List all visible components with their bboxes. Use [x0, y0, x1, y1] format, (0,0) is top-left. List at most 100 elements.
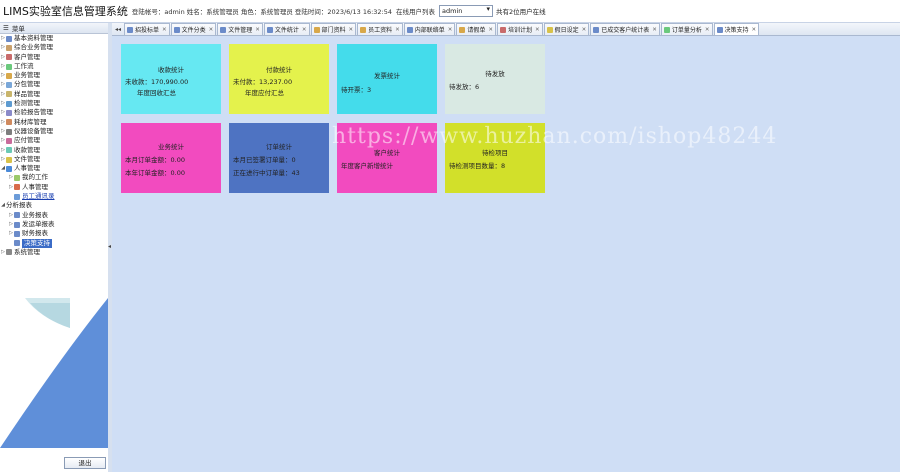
- menu-item[interactable]: ▷ 基本资料管理: [0, 34, 108, 43]
- report-icon: [6, 110, 12, 117]
- tab[interactable]: 订单量分析 ✕: [660, 23, 713, 35]
- menu-item[interactable]: ▷ 系统管理: [0, 248, 108, 257]
- sample-icon: [6, 91, 12, 98]
- orders-card[interactable]: 订单统计 本月已签署订单量：0 正在进行中订单量：43: [229, 123, 329, 193]
- menu-item[interactable]: ▷ 检验报告管理: [0, 108, 108, 117]
- menu-item[interactable]: ▷ 工作流: [0, 62, 108, 71]
- menu-item[interactable]: ▷ 财务报表: [0, 229, 108, 238]
- collapse-arrow-icon[interactable]: ◂: [108, 243, 111, 250]
- menu-item[interactable]: ◢ 人事管理: [0, 164, 108, 173]
- tab-icon: [459, 26, 466, 33]
- close-icon[interactable]: ✕: [752, 27, 757, 33]
- tab-icon: [716, 26, 723, 33]
- subcontract-icon: [6, 82, 12, 89]
- folder-icon: [14, 212, 20, 219]
- menu-item[interactable]: ▷ 仪器设备管理: [0, 127, 108, 136]
- close-icon[interactable]: ✕: [488, 27, 493, 33]
- tab[interactable]: 文件分类 ✕: [170, 23, 217, 35]
- menu-item[interactable]: ▷ 人事管理: [0, 183, 108, 192]
- tab[interactable]: 内部联络单 ✕: [403, 23, 456, 35]
- close-icon[interactable]: ✕: [448, 27, 453, 33]
- tab-icon: [546, 26, 553, 33]
- folder-icon: [6, 44, 12, 51]
- pending-test-card[interactable]: 待检项目 待检测项目数量：8: [445, 123, 545, 193]
- menu-item[interactable]: 员工通讯录: [0, 192, 108, 201]
- menu-item[interactable]: ▷ 检测管理: [0, 99, 108, 108]
- tab-bar: ◂◂ 招投标单 ✕ 文件分类 ✕ 文件管理 ✕ 文件统计 ✕ 部门资料 ✕ 员工资料 ✕ 内…: [112, 23, 900, 36]
- close-icon[interactable]: ✕: [395, 27, 400, 33]
- close-icon[interactable]: ✕: [582, 27, 587, 33]
- close-icon[interactable]: ✕: [302, 27, 307, 33]
- payable-icon: [6, 137, 12, 144]
- tab[interactable]: 培训计划 ✕: [497, 23, 543, 35]
- decision-icon: [14, 240, 20, 247]
- sidebar-menu: ▷ 基本资料管理 ▷ 综合业务管理 ▷ 客户管理 ▷ 工作流 ▷ 业务管理 ▷ 分包管理 ▷…: [0, 34, 108, 257]
- menu-item[interactable]: ▷ 样品管理: [0, 90, 108, 99]
- menu-item[interactable]: ▷ 发运单报表: [0, 220, 108, 229]
- work-icon: [14, 175, 20, 182]
- close-icon[interactable]: ✕: [652, 27, 657, 33]
- close-icon[interactable]: ✕: [209, 27, 214, 33]
- tab[interactable]: 员工资料 ✕: [357, 23, 403, 35]
- invoice-card[interactable]: 发票统计 待开票：3: [337, 44, 437, 114]
- person-icon: [6, 165, 12, 172]
- customer-card[interactable]: 客户统计 年度客户新增统计: [337, 123, 437, 193]
- tab-active[interactable]: 决策支持 ✕: [713, 23, 760, 35]
- menu-item[interactable]: ▷ 业务报表: [0, 211, 108, 220]
- tab-icon: [406, 26, 413, 33]
- customer-icon: [6, 54, 12, 61]
- tab-icon: [266, 26, 273, 33]
- menu-item[interactable]: ▷ 客户管理: [0, 53, 108, 62]
- tab[interactable]: 已成交客户统计表 ✕: [590, 23, 660, 35]
- menu-icon: ☰: [3, 24, 9, 32]
- menu-item[interactable]: ▷ 综合业务管理: [0, 43, 108, 52]
- sidebar-decoration: [0, 298, 108, 448]
- tab-icon: [220, 26, 227, 33]
- app-title: LIMS实验室信息管理系统: [3, 5, 128, 18]
- close-icon[interactable]: ✕: [705, 27, 710, 33]
- online-users-select[interactable]: admin: [439, 5, 494, 17]
- pending-issue-card[interactable]: 待发放 待发放：6: [445, 44, 545, 114]
- tab[interactable]: 请假单 ✕: [456, 23, 496, 35]
- menu-item[interactable]: ▷ 文件管理: [0, 155, 108, 164]
- menu-item[interactable]: ▷ 我的工作: [0, 173, 108, 182]
- tab-icon: [313, 26, 320, 33]
- close-icon[interactable]: ✕: [349, 27, 354, 33]
- tab-icon: [663, 26, 670, 33]
- tab[interactable]: 文件统计 ✕: [263, 23, 310, 35]
- test-icon: [6, 100, 12, 107]
- tab-icon: [360, 26, 367, 33]
- folder-icon: [14, 221, 20, 228]
- close-icon[interactable]: ✕: [535, 27, 540, 33]
- menu-item-active[interactable]: 决策支持: [0, 238, 108, 248]
- tab[interactable]: 文件管理 ✕: [217, 23, 263, 35]
- tab[interactable]: 招投标单 ✕: [124, 23, 170, 35]
- menu-item[interactable]: ◢ 分析报表: [0, 201, 108, 210]
- folder-icon: [14, 230, 20, 237]
- folder-icon: [6, 35, 12, 42]
- workflow-icon: [6, 63, 12, 70]
- tab[interactable]: 部门资料 ✕: [310, 23, 357, 35]
- close-icon[interactable]: ✕: [255, 27, 260, 33]
- instrument-icon: [6, 128, 12, 135]
- payables-card[interactable]: 付款统计 未付款：13,237.00 年度应付汇总: [229, 44, 329, 114]
- app-header: LIMS实验室信息管理系统 登陆帐号：admin 姓名：系统管理员 角色：系统管…: [0, 0, 900, 23]
- menu-item[interactable]: ▷ 分包管理: [0, 80, 108, 89]
- close-icon[interactable]: ✕: [162, 27, 167, 33]
- person-icon: [14, 184, 20, 191]
- menu-item[interactable]: ▷ 应付管理: [0, 136, 108, 145]
- sidebar: ☰ 菜单 ▷ 基本资料管理 ▷ 综合业务管理 ▷ 客户管理 ▷ 工作流 ▷ 业务管理 ▷ 分…: [0, 23, 109, 472]
- menu-item[interactable]: ▷ 耗材库管理: [0, 118, 108, 127]
- menu-item[interactable]: ▷ 收款管理: [0, 146, 108, 155]
- tab[interactable]: 假日设定 ✕: [543, 23, 590, 35]
- login-info: 登陆帐号：admin 姓名：系统管理员 角色：系统管理员 登陆时间：2023/6…: [131, 8, 393, 16]
- logout-button[interactable]: 退出: [64, 457, 106, 469]
- business-icon: [6, 72, 12, 79]
- receipt-icon: [6, 147, 12, 154]
- tab-icon: [593, 26, 600, 33]
- tab-scroll-left-icon[interactable]: ◂◂: [112, 26, 124, 33]
- consumable-icon: [6, 119, 12, 126]
- tab-icon: [500, 26, 506, 33]
- receivables-card[interactable]: 收款统计 未收款：170,990.00 年度回收汇总: [121, 44, 221, 114]
- business-card[interactable]: 业务统计 本月订单金额：0.00 本年订单金额：0.00: [121, 123, 221, 193]
